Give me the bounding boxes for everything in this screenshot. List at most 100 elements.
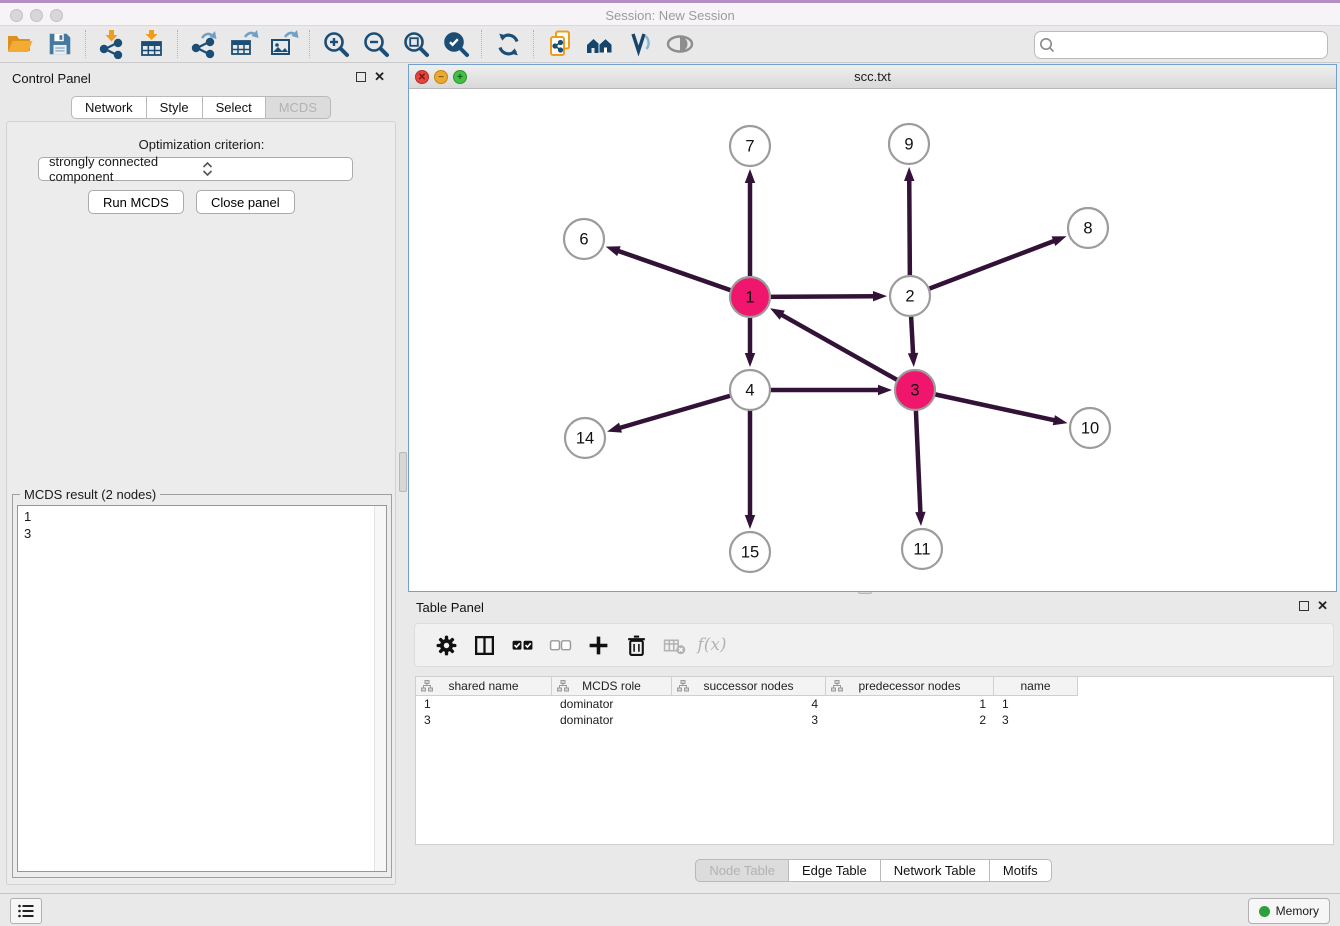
memory-button[interactable]: Memory bbox=[1248, 898, 1330, 924]
graph-node-11[interactable]: 11 bbox=[902, 529, 942, 569]
export-table-button[interactable] bbox=[224, 28, 264, 60]
task-history-button[interactable] bbox=[10, 898, 42, 924]
graph-edge-1-6[interactable] bbox=[606, 246, 750, 297]
cell-shared-name[interactable]: 3 bbox=[416, 712, 552, 728]
import-table-icon bbox=[137, 29, 167, 59]
trash-icon bbox=[625, 634, 648, 657]
apply-preferred-layout-button[interactable] bbox=[488, 28, 528, 60]
clone-network-button[interactable] bbox=[540, 28, 580, 60]
tab-select[interactable]: Select bbox=[202, 96, 266, 119]
show-graphics-details-button[interactable] bbox=[660, 28, 700, 60]
graph-node-9[interactable]: 9 bbox=[889, 124, 929, 164]
table-settings-button[interactable] bbox=[427, 630, 465, 660]
cell-name[interactable]: 3 bbox=[994, 712, 1078, 728]
graph-node-8[interactable]: 8 bbox=[1068, 208, 1108, 248]
select-all-button[interactable] bbox=[503, 630, 541, 660]
search-box[interactable] bbox=[1034, 31, 1328, 59]
cell-mcds-role[interactable]: dominator bbox=[552, 712, 672, 728]
delete-table-button bbox=[655, 630, 693, 660]
graph-node-15[interactable]: 15 bbox=[730, 532, 770, 572]
cell-name[interactable]: 1 bbox=[994, 696, 1078, 712]
table-panel-title: Table Panel bbox=[416, 600, 484, 615]
float-panel-icon[interactable] bbox=[356, 72, 366, 82]
open-folder-icon bbox=[5, 29, 35, 59]
tab-style[interactable]: Style bbox=[146, 96, 203, 119]
graph-edge-2-8[interactable] bbox=[910, 236, 1067, 296]
cell-predecessor-nodes[interactable]: 2 bbox=[826, 712, 994, 728]
zoom-selected-button[interactable] bbox=[436, 28, 476, 60]
column-header-mcds-role[interactable]: MCDS role bbox=[552, 677, 672, 696]
graph-node-1[interactable]: 1 bbox=[730, 277, 770, 317]
graph-node-label: 4 bbox=[745, 382, 754, 400]
graph-node-14[interactable]: 14 bbox=[565, 418, 605, 458]
node-table[interactable]: shared nameMCDS rolesuccessor nodesprede… bbox=[415, 676, 1334, 845]
graph-node-4[interactable]: 4 bbox=[730, 370, 770, 410]
zoom-out-button[interactable] bbox=[356, 28, 396, 60]
graph-edge-4-14[interactable] bbox=[607, 390, 750, 433]
table-row[interactable]: 3dominator323 bbox=[416, 712, 1333, 728]
run-mcds-button[interactable]: Run MCDS bbox=[88, 190, 184, 214]
network-title: scc.txt bbox=[409, 69, 1336, 84]
column-header-predecessor-nodes[interactable]: predecessor nodes bbox=[826, 677, 994, 696]
control-panel-title: Control Panel bbox=[12, 71, 91, 86]
float-panel-icon[interactable] bbox=[1299, 601, 1309, 611]
mcds-result-textarea[interactable]: 1 3 bbox=[17, 505, 387, 872]
close-panel-icon[interactable]: ✕ bbox=[374, 72, 385, 82]
open-session-button[interactable] bbox=[0, 28, 40, 60]
tab-node-table[interactable]: Node Table bbox=[695, 859, 789, 882]
ndex-browser-button[interactable] bbox=[580, 28, 620, 60]
column-header-shared-name[interactable]: shared name bbox=[416, 677, 552, 696]
list-icon bbox=[16, 901, 36, 921]
export-image-button[interactable] bbox=[264, 28, 304, 60]
close-panel-icon[interactable]: ✕ bbox=[1317, 601, 1328, 611]
zoom-in-button[interactable] bbox=[316, 28, 356, 60]
vizmapper-button[interactable] bbox=[620, 28, 660, 60]
graph-node-10[interactable]: 10 bbox=[1070, 408, 1110, 448]
export-network-button[interactable] bbox=[184, 28, 224, 60]
search-input[interactable] bbox=[1059, 34, 1327, 56]
graph-edge-3-10[interactable] bbox=[915, 390, 1068, 425]
graph-edge-4-3[interactable] bbox=[750, 385, 892, 395]
import-network-button[interactable] bbox=[92, 28, 132, 60]
criterion-selected-value: strongly connected component bbox=[39, 154, 192, 184]
show-columns-button[interactable] bbox=[465, 630, 503, 660]
graph-node-label: 11 bbox=[913, 541, 930, 559]
table-row[interactable]: 1dominator411 bbox=[416, 696, 1333, 712]
cell-shared-name[interactable]: 1 bbox=[416, 696, 552, 712]
result-scrollbar[interactable] bbox=[374, 506, 386, 871]
graph-node-label: 1 bbox=[745, 289, 754, 307]
tab-network-table[interactable]: Network Table bbox=[880, 859, 990, 882]
tab-network[interactable]: Network bbox=[71, 96, 147, 119]
column-header-name[interactable]: name bbox=[994, 677, 1078, 696]
delete-column-button[interactable] bbox=[617, 630, 655, 660]
graph-node-7[interactable]: 7 bbox=[730, 126, 770, 166]
checked-boxes-icon bbox=[511, 634, 534, 657]
tab-mcds[interactable]: MCDS bbox=[265, 96, 331, 119]
graph-node-3[interactable]: 3 bbox=[895, 370, 935, 410]
network-frame-titlebar[interactable]: ✕ − + scc.txt bbox=[409, 65, 1336, 89]
cell-mcds-role[interactable]: dominator bbox=[552, 696, 672, 712]
graph-node-2[interactable]: 2 bbox=[890, 276, 930, 316]
clone-network-icon bbox=[545, 29, 575, 59]
close-panel-button[interactable]: Close panel bbox=[196, 190, 295, 214]
graph-edge-3-1[interactable] bbox=[770, 308, 915, 390]
tab-edge-table[interactable]: Edge Table bbox=[788, 859, 881, 882]
cell-predecessor-nodes[interactable]: 1 bbox=[826, 696, 994, 712]
zoom-fit-button[interactable] bbox=[396, 28, 436, 60]
save-session-button[interactable] bbox=[40, 28, 80, 60]
network-graph[interactable]: 7 9 6 8 1 2 4 3 14 10 15 11 bbox=[409, 89, 1336, 591]
graph-node-label: 2 bbox=[905, 288, 914, 306]
graph-node-label: 7 bbox=[745, 138, 754, 156]
add-column-button[interactable] bbox=[579, 630, 617, 660]
cell-successor-nodes[interactable]: 4 bbox=[672, 696, 826, 712]
vertical-splitter-handle[interactable] bbox=[399, 452, 407, 492]
import-table-button[interactable] bbox=[132, 28, 172, 60]
function-builder-button: f(x) bbox=[693, 630, 731, 660]
criterion-select[interactable]: strongly connected component bbox=[38, 157, 353, 181]
cell-successor-nodes[interactable]: 3 bbox=[672, 712, 826, 728]
deselect-all-button[interactable] bbox=[541, 630, 579, 660]
column-header-successor-nodes[interactable]: successor nodes bbox=[672, 677, 826, 696]
graph-node-6[interactable]: 6 bbox=[564, 219, 604, 259]
tab-motifs[interactable]: Motifs bbox=[989, 859, 1052, 882]
vizmapper-icon bbox=[625, 29, 655, 59]
